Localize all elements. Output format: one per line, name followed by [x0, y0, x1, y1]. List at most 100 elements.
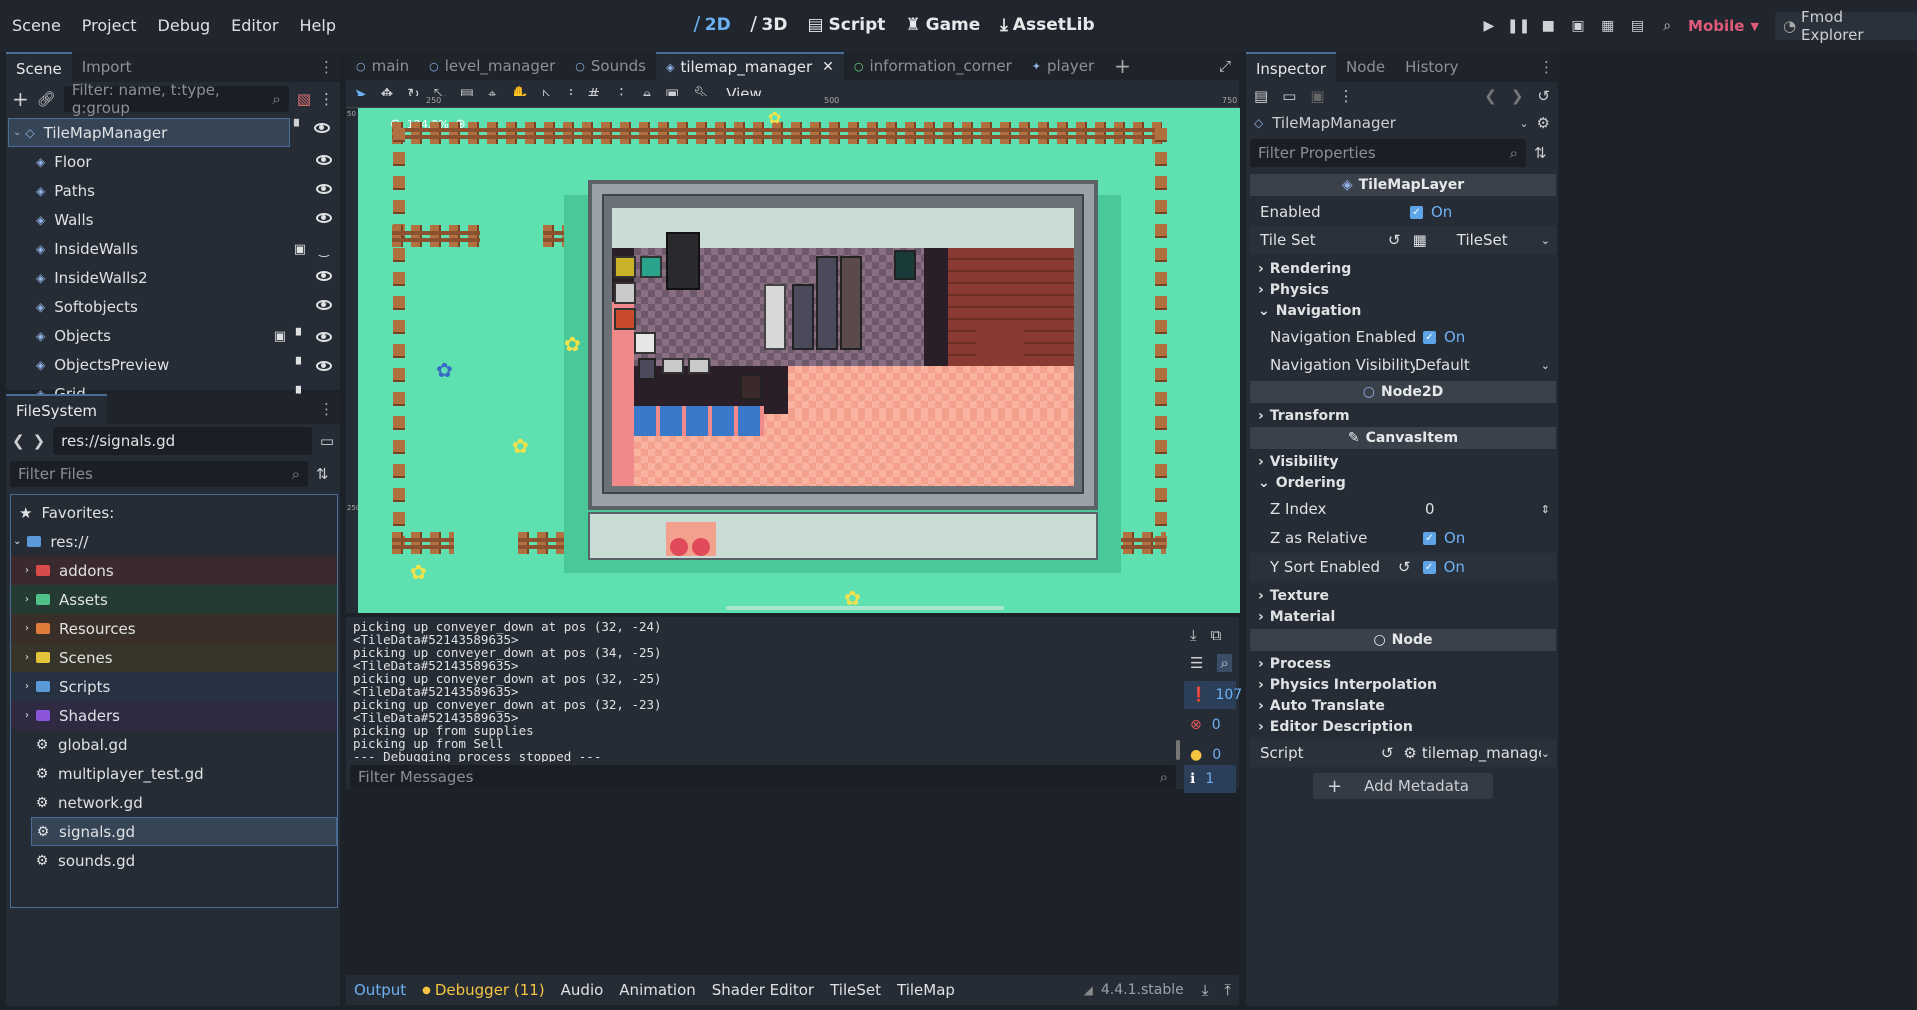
visibility-eye-icon[interactable]: [316, 271, 332, 281]
menu-debug[interactable]: Debug: [158, 16, 211, 35]
visibility-eye-icon[interactable]: [316, 331, 332, 342]
expand-panel-icon[interactable]: ⤒: [1224, 981, 1231, 999]
chevron-right-icon[interactable]: ›: [25, 623, 29, 634]
resource-menu-icon[interactable]: ⋮: [1339, 87, 1354, 105]
revert-icon[interactable]: ↺: [1388, 231, 1401, 249]
add-tab-icon[interactable]: +: [1114, 54, 1131, 78]
add-node-icon[interactable]: +: [12, 87, 29, 111]
chevron-right-icon[interactable]: ›: [25, 710, 29, 721]
tab-tilemap[interactable]: TileMap: [897, 981, 955, 999]
spinner-arrows-icon[interactable]: ⇕: [1541, 503, 1550, 516]
scene-tab[interactable]: ○ main: [346, 52, 419, 80]
link-icon[interactable]: 🔗︎: [37, 90, 56, 108]
tab-tileset[interactable]: TileSet: [830, 981, 881, 999]
close-icon[interactable]: ✕: [822, 59, 834, 75]
open-resource-icon[interactable]: ▭: [1282, 87, 1296, 105]
chevron-right-icon[interactable]: ›: [25, 594, 29, 605]
history-forward-icon[interactable]: ❯: [1511, 87, 1524, 105]
res-root-item[interactable]: ⌄ res://: [11, 527, 337, 556]
tab-shader-editor[interactable]: Shader Editor: [712, 981, 814, 999]
section-auto-translate[interactable]: › Auto Translate: [1250, 696, 1556, 716]
dock-menu-icon[interactable]: ⋮: [1539, 58, 1554, 76]
path-field[interactable]: res://signals.gd: [53, 427, 312, 455]
fmod-explorer-button[interactable]: ◔ Fmod Explorer: [1774, 8, 1917, 44]
pin-icon[interactable]: ⤓: [1202, 981, 1209, 999]
section-editor-description[interactable]: › Editor Description: [1250, 717, 1556, 737]
canvas-viewport[interactable]: ⊖ 124.9% ⊕: [358, 108, 1240, 613]
favorites-item[interactable]: ★ Favorites:: [11, 498, 337, 527]
chevron-right-icon[interactable]: ›: [25, 652, 29, 663]
forward-icon[interactable]: ❯: [33, 432, 46, 450]
errors-filter[interactable]: ⊗ 0: [1184, 711, 1236, 739]
section-ordering[interactable]: ⌄ Ordering: [1250, 473, 1556, 493]
chevron-down-icon[interactable]: ⌄: [1541, 359, 1550, 372]
tab-node[interactable]: Node: [1336, 52, 1395, 82]
scene-tab[interactable]: ◈ tilemap_manager ✕: [655, 52, 844, 80]
tileset-resource[interactable]: TileSet: [1457, 231, 1508, 249]
visibility-eye-icon[interactable]: [316, 360, 332, 371]
section-transform[interactable]: › Transform: [1250, 406, 1556, 426]
tab-debugger[interactable]: Debugger (11): [435, 981, 545, 999]
tree-item[interactable]: ◈ Softobjects: [6, 292, 340, 321]
menu-project[interactable]: Project: [82, 16, 137, 35]
split-view-icon[interactable]: ▭: [320, 432, 334, 450]
tab-filesystem[interactable]: FileSystem: [6, 394, 108, 424]
history-icon[interactable]: ↺: [1537, 87, 1550, 105]
menu-scene[interactable]: Scene: [12, 16, 61, 35]
log-scrollbar[interactable]: [1176, 740, 1180, 760]
workspace-2d-button[interactable]: ⧸ 2D: [694, 15, 731, 35]
file-item[interactable]: ⚙ sounds.gd: [11, 846, 337, 875]
menu-help[interactable]: Help: [300, 16, 336, 35]
chevron-right-icon[interactable]: ›: [25, 565, 29, 576]
tree-item-root[interactable]: ⌄ ◇ TileMapManager: [8, 118, 290, 147]
tab-inspector[interactable]: Inspector: [1246, 52, 1336, 82]
scene-menu-icon[interactable]: ⋮: [319, 90, 334, 108]
section-physics[interactable]: › Physics: [1250, 280, 1556, 300]
play-custom-scene-icon[interactable]: ▤: [1623, 12, 1653, 40]
chevron-right-icon[interactable]: ›: [25, 681, 29, 692]
section-visibility[interactable]: › Visibility: [1250, 452, 1556, 472]
file-item[interactable]: ⚙ signals.gd: [31, 817, 337, 846]
history-back-icon[interactable]: ❮: [1484, 87, 1497, 105]
play-icon[interactable]: ▶: [1474, 12, 1504, 40]
new-resource-icon[interactable]: ▤: [1254, 87, 1268, 105]
revert-icon[interactable]: ↺: [1381, 744, 1394, 762]
tab-history[interactable]: History: [1395, 52, 1468, 82]
scene-filter-input[interactable]: Filter: name, t:type, g:group ⌕: [63, 81, 289, 117]
workspace-assetlib-button[interactable]: ⤓ AssetLib: [1000, 15, 1094, 35]
script-icon[interactable]: ▘: [294, 120, 304, 135]
folder-item[interactable]: › addons: [11, 556, 337, 585]
add-metadata-button[interactable]: + Add Metadata: [1313, 773, 1493, 799]
dock-menu-icon[interactable]: ⋮: [319, 58, 334, 76]
tab-import[interactable]: Import: [72, 52, 142, 82]
tree-item[interactable]: ◈ ObjectsPreview ▘: [6, 350, 340, 379]
stop-icon[interactable]: ■: [1533, 12, 1563, 40]
workspace-game-button[interactable]: ♜ Game: [905, 15, 980, 35]
tree-item[interactable]: ◈ Paths: [6, 176, 340, 205]
filter-properties-input[interactable]: Filter Properties ⌕: [1250, 139, 1526, 167]
section-physics-interpolation[interactable]: › Physics Interpolation: [1250, 675, 1556, 695]
visibility-eye-icon[interactable]: [316, 155, 332, 165]
remote-debug-icon[interactable]: ▣: [1563, 12, 1593, 40]
dock-menu-icon[interactable]: ⋮: [319, 400, 334, 418]
section-texture[interactable]: › Texture: [1250, 586, 1556, 606]
info-filter[interactable]: ℹ1: [1184, 765, 1236, 793]
checkbox-icon[interactable]: ✓: [1422, 560, 1436, 574]
movie-maker-icon[interactable]: ⌕: [1652, 12, 1682, 40]
horizontal-scrollbar[interactable]: [726, 606, 1004, 610]
scene-tab[interactable]: ○ information_corner: [844, 52, 1022, 80]
folder-item[interactable]: › Assets: [11, 585, 337, 614]
chevron-down-icon[interactable]: ⌄: [1541, 234, 1550, 247]
workspace-3d-button[interactable]: ⧸ 3D: [751, 15, 788, 35]
scene-tab[interactable]: ○ Sounds: [565, 52, 656, 80]
scene-tab[interactable]: ✦ player: [1022, 52, 1104, 80]
file-item[interactable]: ⚙ global.gd: [11, 730, 337, 759]
section-navigation[interactable]: ⌄ Navigation: [1250, 301, 1556, 321]
folder-item[interactable]: › Scripts: [11, 672, 337, 701]
copy-icon[interactable]: ⧉: [1211, 626, 1222, 644]
group-icon[interactable]: ▣: [294, 242, 306, 257]
folder-item[interactable]: › Shaders: [11, 701, 337, 730]
play-scene-icon[interactable]: ▦: [1593, 12, 1623, 40]
file-item[interactable]: ⚙ multiplayer_test.gd: [11, 759, 337, 788]
hidden-eye-icon[interactable]: ‿: [316, 243, 332, 257]
